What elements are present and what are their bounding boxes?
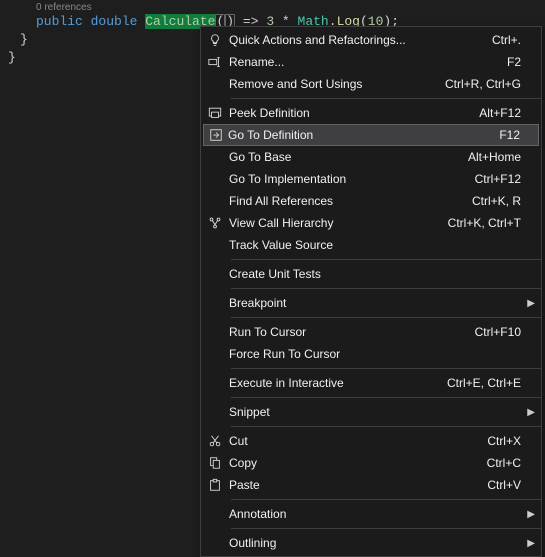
- bulb-icon: [201, 33, 229, 47]
- menu-item-copy[interactable]: CopyCtrl+C: [201, 452, 541, 474]
- menu-item-breakpoint[interactable]: Breakpoint ▶: [201, 292, 541, 314]
- menu-item-label: Annotation: [229, 507, 509, 521]
- chevron-right-icon: ▶: [521, 298, 535, 309]
- menu-item-peek-definition[interactable]: Peek DefinitionAlt+F12: [201, 102, 541, 124]
- menu-item-remove-and-sort-usings[interactable]: Remove and Sort UsingsCtrl+R, Ctrl+G: [201, 73, 541, 95]
- menu-item-shortcut: Ctrl+F10: [463, 325, 521, 339]
- menu-item-shortcut: Ctrl+X: [475, 434, 521, 448]
- menu-item-label: Cut: [229, 434, 475, 448]
- hierarchy-icon: [201, 216, 229, 230]
- chevron-right-icon: ▶: [521, 509, 535, 520]
- menu-item-view-call-hierarchy[interactable]: View Call HierarchyCtrl+K, Ctrl+T: [201, 212, 541, 234]
- menu-item-go-to-base[interactable]: Go To BaseAlt+Home: [201, 146, 541, 168]
- menu-separator: [231, 499, 541, 500]
- brace: }: [20, 32, 28, 47]
- menu-separator: [231, 528, 541, 529]
- menu-item-label: Execute in Interactive: [229, 376, 435, 390]
- peek-icon: [201, 106, 229, 120]
- menu-item-force-run-to-cursor[interactable]: Force Run To Cursor: [201, 343, 541, 365]
- menu-item-shortcut: Ctrl+C: [475, 456, 521, 470]
- keyword: public: [36, 14, 83, 29]
- menu-separator: [231, 288, 541, 289]
- menu-item-label: Go To Definition: [228, 128, 487, 142]
- cut-icon: [201, 434, 229, 448]
- goto-icon: [204, 128, 228, 142]
- menu-item-run-to-cursor[interactable]: Run To CursorCtrl+F10: [201, 321, 541, 343]
- menu-item-label: Go To Implementation: [229, 172, 463, 186]
- chevron-right-icon: ▶: [521, 407, 535, 418]
- menu-separator: [231, 426, 541, 427]
- menu-separator: [231, 397, 541, 398]
- menu-item-outlining[interactable]: Outlining ▶: [201, 532, 541, 554]
- menu-item-label: Create Unit Tests: [229, 267, 509, 281]
- menu-item-label: Quick Actions and Refactorings...: [229, 33, 480, 47]
- menu-separator: [231, 317, 541, 318]
- menu-item-find-all-references[interactable]: Find All ReferencesCtrl+K, R: [201, 190, 541, 212]
- menu-separator: [231, 259, 541, 260]
- menu-item-shortcut: Ctrl+E, Ctrl+E: [435, 376, 521, 390]
- menu-item-quick-actions-and-refactorings[interactable]: Quick Actions and Refactorings...Ctrl+.: [201, 29, 541, 51]
- menu-item-go-to-definition[interactable]: Go To DefinitionF12: [203, 124, 539, 146]
- menu-item-track-value-source[interactable]: Track Value Source: [201, 234, 541, 256]
- brace: }: [8, 50, 16, 65]
- menu-item-label: Find All References: [229, 194, 460, 208]
- context-menu[interactable]: Quick Actions and Refactorings...Ctrl+.R…: [200, 26, 542, 557]
- rename-icon: [201, 55, 229, 69]
- codelens[interactable]: 0 references: [0, 0, 545, 13]
- menu-item-label: View Call Hierarchy: [229, 216, 436, 230]
- menu-item-rename[interactable]: Rename...F2: [201, 51, 541, 73]
- menu-item-label: Copy: [229, 456, 475, 470]
- menu-item-shortcut: Ctrl+F12: [463, 172, 521, 186]
- menu-item-label: Rename...: [229, 55, 495, 69]
- paste-icon: [201, 478, 229, 492]
- menu-item-label: Breakpoint: [229, 296, 509, 310]
- menu-item-shortcut: Ctrl+R, Ctrl+G: [433, 77, 521, 91]
- menu-item-label: Peek Definition: [229, 106, 467, 120]
- menu-separator: [231, 98, 541, 99]
- menu-item-label: Force Run To Cursor: [229, 347, 509, 361]
- menu-item-label: Run To Cursor: [229, 325, 463, 339]
- menu-item-shortcut: Alt+F12: [467, 106, 521, 120]
- menu-item-label: Outlining: [229, 536, 509, 550]
- menu-item-snippet[interactable]: Snippet ▶: [201, 401, 541, 423]
- menu-item-paste[interactable]: PasteCtrl+V: [201, 474, 541, 496]
- menu-item-execute-in-interactive[interactable]: Execute in InteractiveCtrl+E, Ctrl+E: [201, 372, 541, 394]
- menu-item-label: Go To Base: [229, 150, 456, 164]
- chevron-right-icon: ▶: [521, 538, 535, 549]
- menu-item-label: Remove and Sort Usings: [229, 77, 433, 91]
- menu-item-shortcut: Ctrl+V: [475, 478, 521, 492]
- menu-item-annotation[interactable]: Annotation ▶: [201, 503, 541, 525]
- menu-item-label: Track Value Source: [229, 238, 509, 252]
- menu-item-create-unit-tests[interactable]: Create Unit Tests: [201, 263, 541, 285]
- menu-item-shortcut: Alt+Home: [456, 150, 521, 164]
- menu-item-shortcut: Ctrl+K, Ctrl+T: [436, 216, 521, 230]
- menu-item-shortcut: F12: [487, 128, 520, 142]
- menu-item-cut[interactable]: CutCtrl+X: [201, 430, 541, 452]
- menu-item-shortcut: Ctrl+.: [480, 33, 521, 47]
- keyword: double: [91, 14, 138, 29]
- menu-item-label: Paste: [229, 478, 475, 492]
- menu-item-go-to-implementation[interactable]: Go To ImplementationCtrl+F12: [201, 168, 541, 190]
- menu-item-shortcut: F2: [495, 55, 521, 69]
- menu-separator: [231, 368, 541, 369]
- menu-item-label: Snippet: [229, 405, 509, 419]
- menu-item-shortcut: Ctrl+K, R: [460, 194, 521, 208]
- copy-icon: [201, 456, 229, 470]
